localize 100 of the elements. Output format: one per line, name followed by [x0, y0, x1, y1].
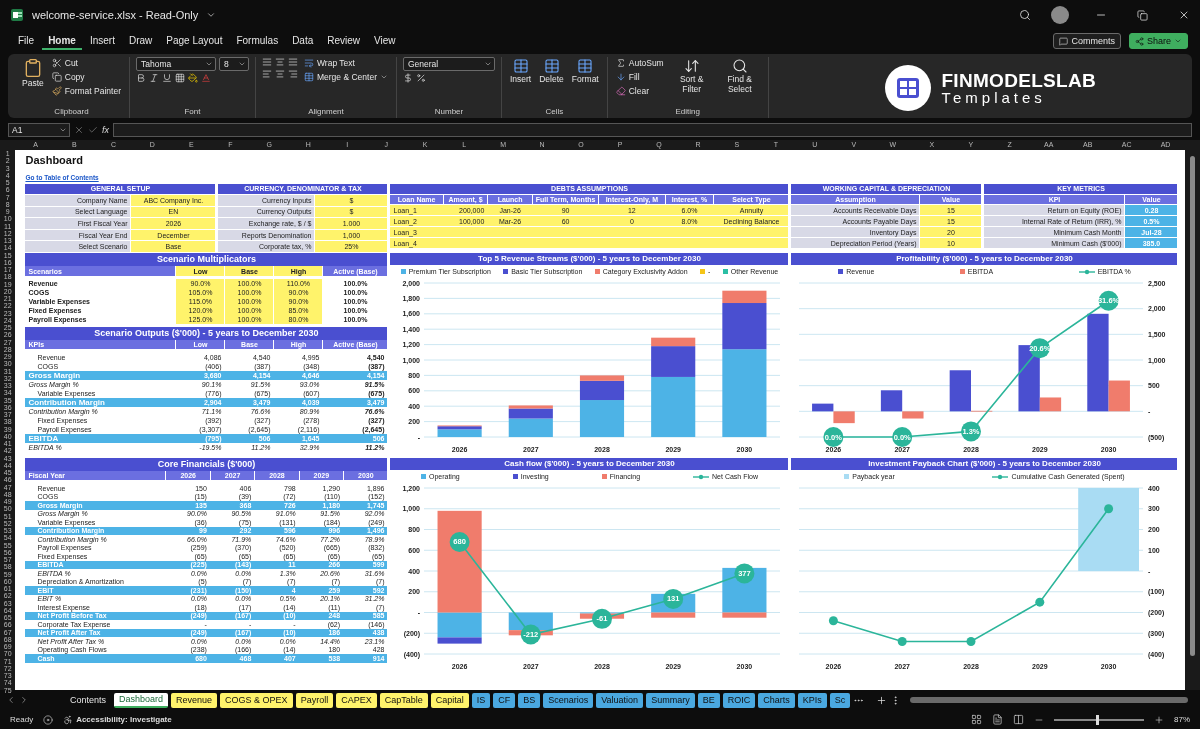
group-label: Alignment: [307, 107, 345, 118]
group-label: Number: [433, 107, 465, 118]
group-label: Editing: [674, 107, 701, 118]
macro-record-icon[interactable]: [43, 714, 54, 725]
sheet-tab[interactable]: Dashboard: [114, 692, 169, 708]
data-point-marker: [1035, 597, 1045, 607]
menu-tab[interactable]: View: [368, 32, 402, 50]
italic-icon[interactable]: [148, 73, 159, 83]
fill-color-icon[interactable]: [187, 73, 198, 83]
scissors-icon: [51, 58, 62, 68]
align-center-icon[interactable]: [274, 69, 285, 79]
chevron-down-icon[interactable]: [206, 10, 217, 20]
font-size-dropdown[interactable]: 8: [218, 57, 249, 71]
menu-tab[interactable]: Review: [321, 32, 367, 50]
previous-sheet-icon[interactable]: [6, 695, 16, 705]
number-format-dropdown[interactable]: General: [402, 57, 495, 71]
share-button[interactable]: Share: [1128, 33, 1188, 49]
sheet-title: Dashboard: [25, 154, 84, 166]
cells-button[interactable]: Format: [569, 57, 601, 86]
sheet-tab[interactable]: CAPEX: [336, 692, 377, 708]
horizontal-scrollbar[interactable]: [910, 697, 1188, 703]
sheet-tab[interactable]: Contents: [65, 692, 112, 708]
next-sheet-icon[interactable]: [19, 695, 29, 705]
menu-tab[interactable]: File: [12, 32, 41, 50]
cells-button[interactable]: Delete: [537, 57, 566, 86]
clear-button[interactable]: Clear: [613, 85, 666, 97]
close-icon[interactable]: [1178, 9, 1190, 21]
formula-input[interactable]: [113, 123, 1192, 137]
status-text: Ready: [10, 715, 34, 724]
logo-brand: FINMODELSLAB: [941, 70, 1096, 90]
currency-icon[interactable]: [402, 73, 413, 83]
align-bottom-icon[interactable]: [287, 57, 298, 67]
add-sheet-icon[interactable]: [876, 694, 888, 706]
zoom-in-icon[interactable]: [1154, 714, 1164, 725]
restore-icon[interactable]: [1137, 9, 1148, 21]
fill-button[interactable]: Fill: [613, 71, 666, 83]
sheet-tab[interactable]: Capital: [430, 692, 469, 708]
sheet-tab[interactable]: BS: [518, 692, 541, 708]
bold-icon[interactable]: [135, 73, 146, 83]
sheet-tab[interactable]: KPIs: [797, 692, 827, 708]
check-icon[interactable]: [88, 125, 98, 135]
sheet-tab[interactable]: ROIC: [722, 692, 756, 708]
borders-icon[interactable]: [174, 73, 185, 83]
cells-button[interactable]: Insert: [507, 57, 534, 86]
align-right-icon[interactable]: [287, 69, 298, 79]
align-left-icon[interactable]: [261, 69, 272, 79]
sheet-tab[interactable]: Charts: [758, 692, 795, 708]
menu-tab[interactable]: Formulas: [230, 32, 285, 50]
sheet-tab[interactable]: CapTable: [379, 692, 428, 708]
sheet-tab[interactable]: COGS & OPEX: [220, 692, 293, 708]
table-icon: [543, 58, 560, 74]
search-icon[interactable]: [1019, 9, 1031, 21]
scrollbar-thumb[interactable]: [1190, 156, 1196, 656]
align-top-icon[interactable]: [261, 57, 272, 67]
sort-filter-button[interactable]: Sort & Filter: [669, 57, 714, 96]
function-label[interactable]: fx: [102, 125, 109, 135]
font-name-dropdown[interactable]: Tahoma: [135, 57, 216, 71]
sheet-tab[interactable]: Payroll: [295, 692, 334, 708]
sheet-tab[interactable]: Summary: [646, 692, 695, 708]
zoom-thumb[interactable]: [1096, 714, 1100, 725]
menu-tab[interactable]: Data: [286, 32, 320, 50]
user-avatar[interactable]: [1051, 6, 1069, 24]
sheet-tab[interactable]: CF: [493, 692, 516, 708]
menu-tab[interactable]: Page Layout: [160, 32, 229, 50]
wrap-text-button[interactable]: Wrap Text: [301, 57, 390, 69]
font-color-icon[interactable]: [200, 73, 211, 83]
percent-icon[interactable]: [415, 73, 426, 83]
table-icon: [512, 58, 529, 74]
arrow-down-icon: [615, 72, 626, 82]
menu-tab[interactable]: Draw: [122, 32, 159, 50]
normal-view-icon[interactable]: [971, 714, 982, 725]
vertical-scrollbar[interactable]: [1185, 150, 1200, 690]
paste-button[interactable]: Paste: [20, 57, 46, 90]
sheet-tab[interactable]: Revenue: [171, 692, 218, 708]
comments-button[interactable]: Comments: [1053, 33, 1121, 49]
sheet-tab[interactable]: Scenarios: [543, 692, 594, 708]
cancel-icon[interactable]: [74, 125, 84, 135]
format-painter-button[interactable]: Format Painter: [49, 85, 123, 97]
align-middle-icon[interactable]: [274, 57, 285, 67]
underline-icon[interactable]: [161, 73, 172, 83]
cut-button[interactable]: Cut: [49, 57, 123, 69]
name-box[interactable]: A1: [8, 123, 70, 137]
menu-tab[interactable]: Home: [42, 32, 82, 50]
autosum-button[interactable]: AutoSum: [613, 57, 666, 69]
page-layout-icon[interactable]: [992, 714, 1003, 725]
copy-button[interactable]: Copy: [49, 71, 123, 83]
sheet-tab[interactable]: BE: [697, 692, 720, 708]
section-title: Scenario Multiplicators: [25, 253, 388, 266]
find-select-button[interactable]: Find & Select: [717, 57, 762, 96]
accessibility-button[interactable]: Accessibility: Investigate: [63, 714, 172, 725]
sheet-tab[interactable]: Valuation: [596, 692, 644, 708]
sheet-tab[interactable]: IS: [471, 692, 491, 708]
merge-center-button[interactable]: Merge & Center: [301, 71, 390, 83]
sheet-tab[interactable]: Sc: [829, 692, 851, 708]
menu-tab[interactable]: Insert: [83, 32, 121, 50]
page-break-icon[interactable]: [1013, 714, 1024, 725]
caret-icon: [59, 126, 67, 134]
caret-icon: [379, 73, 388, 81]
group-label: Clipboard: [53, 107, 90, 118]
data-point-marker: [967, 637, 976, 647]
